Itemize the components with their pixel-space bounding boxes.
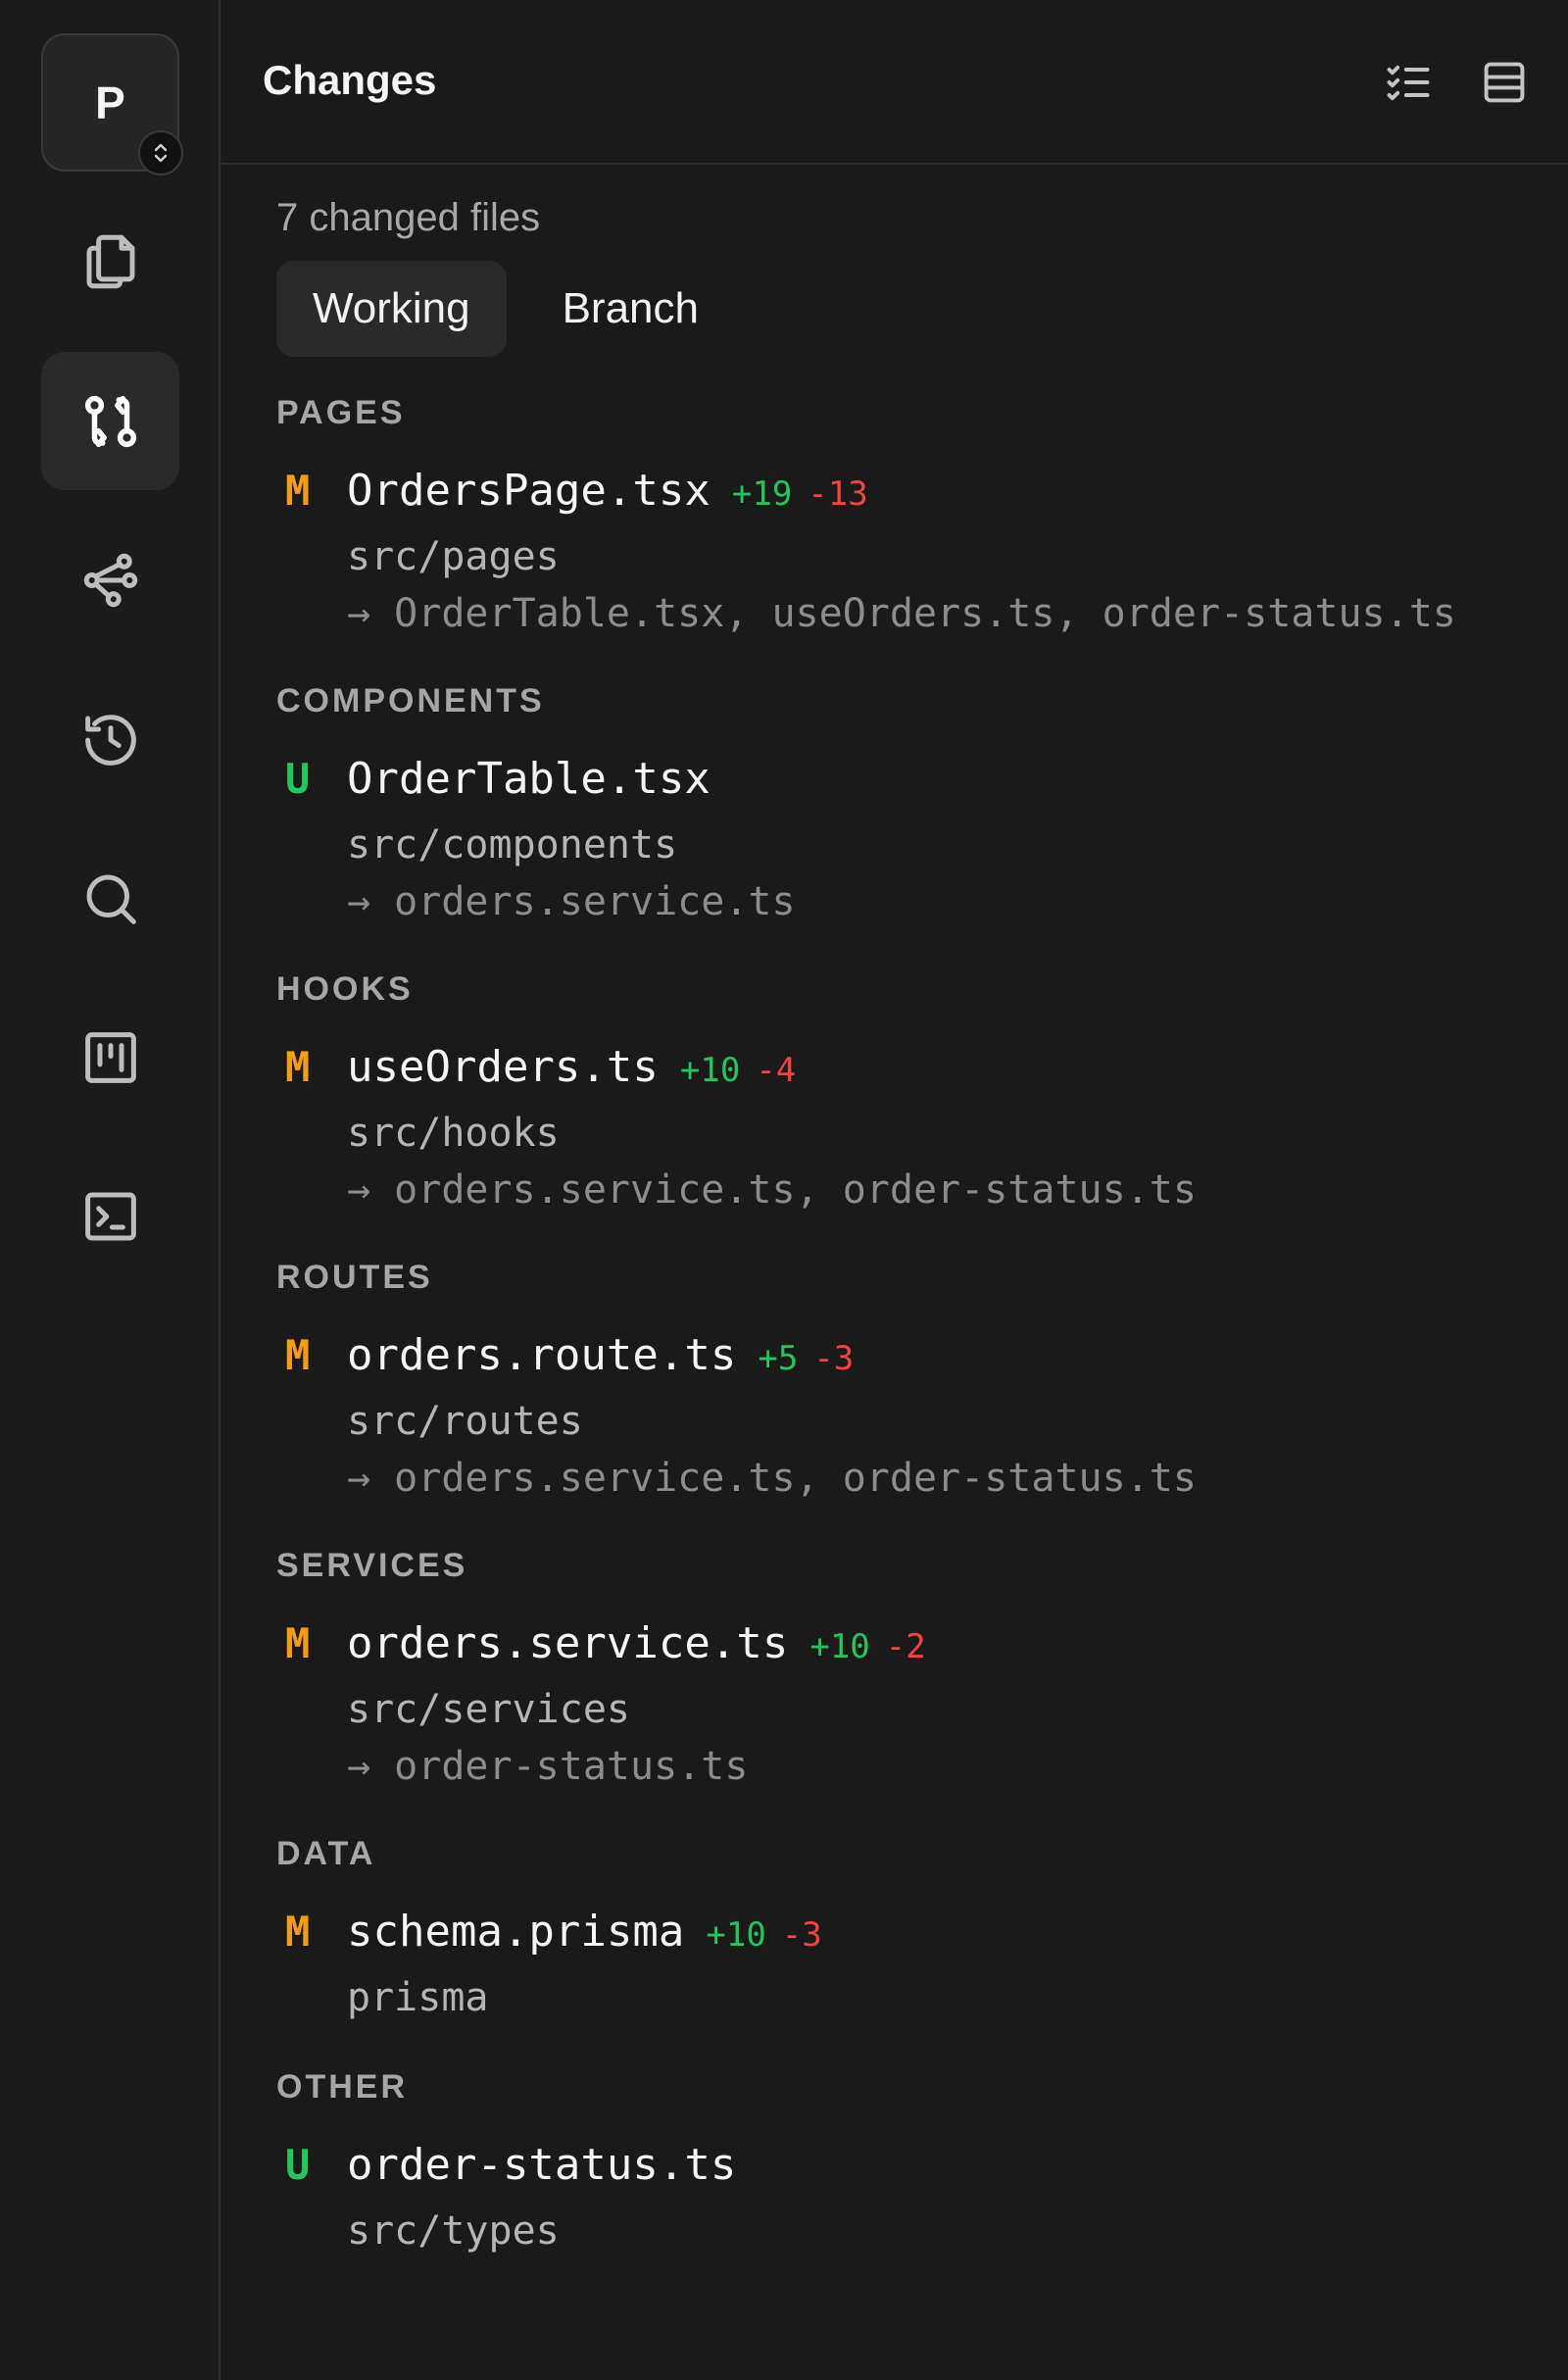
file-name-line: schema.prisma +10 -3: [347, 1905, 1568, 1968]
file-name: useOrders.ts: [347, 1042, 659, 1092]
section-label-components: COMPONENTS: [276, 682, 545, 719]
file-name: OrderTable.tsx: [347, 754, 710, 804]
file-groups: PAGES M OrdersPage.tsx +19 -13 src/pages → Ord…: [276, 394, 1568, 2260]
checklist-icon[interactable]: [1383, 57, 1434, 108]
file-item[interactable]: U OrderTable.tsx src/components → orders.se…: [276, 752, 1568, 929]
panel-header: Changes: [220, 0, 1568, 165]
git-compare-icon: [84, 395, 136, 447]
file-name-line: orders.service.ts +10 -2: [347, 1616, 1568, 1680]
file-item[interactable]: MuseOrders.ts +10 -4 src/hooks → orders.serv…: [276, 1040, 1568, 1217]
file-dependencies: → OrderTable.tsx, useOrders.ts, order-st…: [347, 591, 1456, 636]
file-status-badge: M: [285, 467, 311, 515]
additions-count: +5: [758, 1339, 799, 1378]
file-dependencies: → order-status.ts: [347, 1744, 749, 1789]
file-dependencies: → orders.service.ts, order-status.ts: [347, 1456, 1197, 1501]
file-name-line: OrdersPage.tsx +19 -13: [347, 464, 1568, 527]
rail-history-button[interactable]: [41, 670, 179, 809]
rail-files-button[interactable]: [41, 192, 179, 330]
file-name: OrdersPage.tsx: [347, 466, 710, 516]
file-status-badge: M: [285, 1331, 311, 1379]
file-status-badge: M: [285, 1908, 311, 1956]
file-name: orders.route.ts: [347, 1330, 737, 1380]
file-status-badge: U: [285, 2141, 311, 2189]
section-label-hooks: HOOKS: [276, 970, 414, 1008]
search-icon: [86, 874, 136, 924]
changes-panel: Changes 7 changed files Working Branch P…: [220, 0, 1568, 2380]
changes-content: 7 changed files Working Branch PAGES M Ord…: [220, 165, 1568, 2260]
file-path: prisma: [347, 1975, 489, 2020]
tab-working[interactable]: Working: [276, 261, 507, 357]
app-window: P Changes 7 changed files Working Branch…: [0, 0, 1568, 2380]
chevron-up-down-icon[interactable]: [138, 130, 183, 175]
project-switcher[interactable]: P: [41, 33, 183, 175]
additions-count: +10: [679, 1051, 741, 1090]
file-name: orders.service.ts: [347, 1618, 789, 1668]
file-path: src/routes: [347, 1399, 583, 1444]
file-status-badge: M: [285, 1043, 311, 1091]
file-path: src/hooks: [347, 1111, 560, 1156]
file-dependencies: → orders.service.ts: [347, 879, 796, 924]
rail-terminal-button[interactable]: [41, 1147, 179, 1285]
file-path: src/services: [347, 1687, 630, 1732]
files-icon: [86, 234, 134, 288]
rail-search-button[interactable]: [41, 829, 179, 967]
file-name-line: orders.route.ts +5 -3: [347, 1328, 1568, 1392]
section-label-pages: PAGES: [276, 394, 406, 431]
page-title: Changes: [263, 57, 437, 103]
file-item[interactable]: Uorder-status.ts src/types: [276, 2138, 1568, 2260]
file-item[interactable]: M OrdersPage.tsx +19 -13 src/pages → OrderTab…: [276, 464, 1568, 641]
activity-rail: P: [0, 0, 220, 2380]
file-item[interactable]: Morders.route.ts +5 -3 src/routes → orders.s…: [276, 1328, 1568, 1506]
deletions-count: -4: [756, 1051, 797, 1090]
section-label-other: OTHER: [276, 2068, 408, 2106]
file-item[interactable]: Morders.service.ts +10 -2 src/services → ord…: [276, 1616, 1568, 1794]
section-label-services: SERVICES: [276, 1547, 468, 1584]
file-dependencies: → orders.service.ts, order-status.ts: [347, 1167, 1197, 1213]
deletions-count: -3: [781, 1915, 822, 1955]
terminal-icon: [84, 1192, 136, 1240]
git-graph-icon: [83, 553, 137, 607]
file-status-badge: M: [285, 1619, 311, 1667]
view-tabs: Working Branch: [276, 261, 1568, 357]
section-label-routes: ROUTES: [276, 1259, 433, 1296]
file-item[interactable]: Mschema.prisma +10 -3 prisma: [276, 1905, 1568, 2027]
file-name-line: useOrders.ts +10 -4: [347, 1040, 1568, 1104]
deletions-count: -3: [813, 1339, 855, 1378]
file-status-badge: U: [285, 755, 311, 803]
deletions-count: -2: [885, 1627, 926, 1666]
rail-changes-button[interactable]: [41, 352, 179, 490]
project-initial: P: [95, 76, 125, 128]
history-icon: [84, 714, 136, 766]
file-name: order-status.ts: [347, 2140, 737, 2190]
changed-files-count: 7 changed files: [276, 196, 541, 239]
file-path: src/types: [347, 2208, 560, 2254]
file-name-line: order-status.ts: [347, 2138, 1568, 2202]
deletions-count: -13: [808, 474, 868, 514]
file-path: src/pages: [347, 534, 560, 579]
additions-count: +10: [706, 1915, 766, 1955]
additions-count: +10: [809, 1627, 870, 1666]
rail-board-button[interactable]: [41, 988, 179, 1126]
tab-branch[interactable]: Branch: [526, 261, 735, 357]
section-label-data: DATA: [276, 1835, 376, 1872]
file-path: src/components: [347, 822, 678, 868]
additions-count: +19: [731, 474, 793, 514]
kanban-icon: [84, 1031, 136, 1083]
file-name: schema.prisma: [347, 1907, 685, 1957]
rows-icon[interactable]: [1479, 57, 1530, 108]
rail-graph-button[interactable]: [41, 511, 179, 649]
file-name-line: OrderTable.tsx: [347, 752, 1568, 816]
